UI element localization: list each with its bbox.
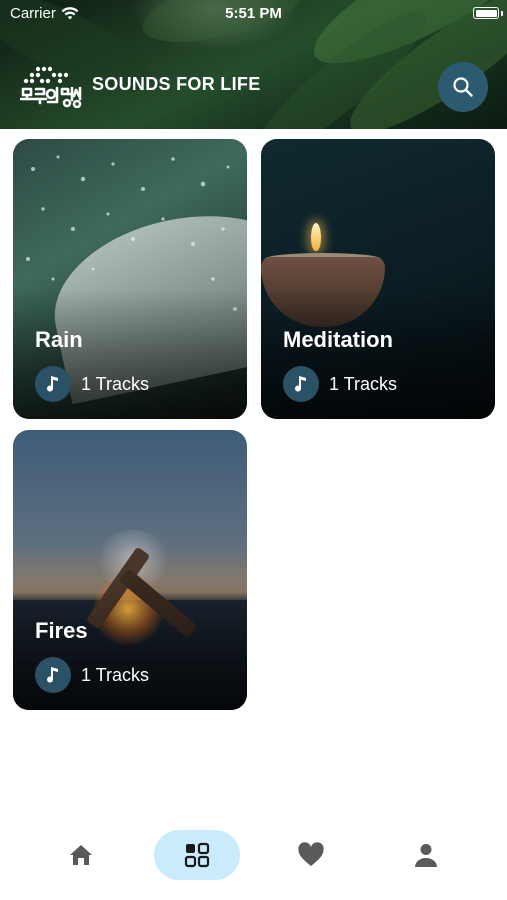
card-title: Fires	[35, 618, 88, 643]
tab-categories[interactable]	[154, 830, 240, 880]
category-card-meditation[interactable]: Meditation 1 Tracks	[261, 139, 495, 419]
status-time: 5:51 PM	[225, 5, 282, 22]
status-bar: Carrier 5:51 PM	[0, 0, 507, 28]
tab-profile[interactable]	[383, 830, 469, 880]
tab-favorites[interactable]	[268, 830, 354, 880]
card-meta: 1 Tracks	[35, 657, 149, 693]
grid-icon	[184, 842, 210, 868]
header: Carrier 5:51 PM SOUNDS FOR LIFE	[0, 0, 507, 129]
profile-icon	[415, 844, 437, 867]
music-note-icon	[283, 366, 319, 402]
battery-icon	[473, 7, 499, 19]
card-meta: 1 Tracks	[35, 366, 149, 402]
card-title: Meditation	[283, 327, 393, 352]
category-card-rain[interactable]: Rain 1 Tracks	[13, 139, 247, 419]
music-note-icon	[35, 366, 71, 402]
battery-cap	[501, 11, 503, 16]
track-count: 1 Tracks	[329, 373, 398, 394]
card-title: Rain	[35, 327, 83, 352]
track-count: 1 Tracks	[81, 373, 150, 394]
tab-home[interactable]	[38, 830, 124, 880]
app-logo	[20, 66, 82, 108]
search-icon	[453, 77, 473, 97]
heart-icon	[298, 842, 324, 866]
music-note-icon	[35, 657, 71, 693]
tab-bar	[0, 820, 507, 900]
search-button[interactable]	[438, 62, 488, 112]
category-card-fires[interactable]: Fires 1 Tracks	[13, 430, 247, 710]
home-icon	[70, 845, 92, 865]
card-meta: 1 Tracks	[283, 366, 397, 402]
candle-flame-image	[311, 223, 321, 251]
app-title: SOUNDS FOR LIFE	[92, 74, 261, 94]
track-count: 1 Tracks	[81, 664, 150, 685]
